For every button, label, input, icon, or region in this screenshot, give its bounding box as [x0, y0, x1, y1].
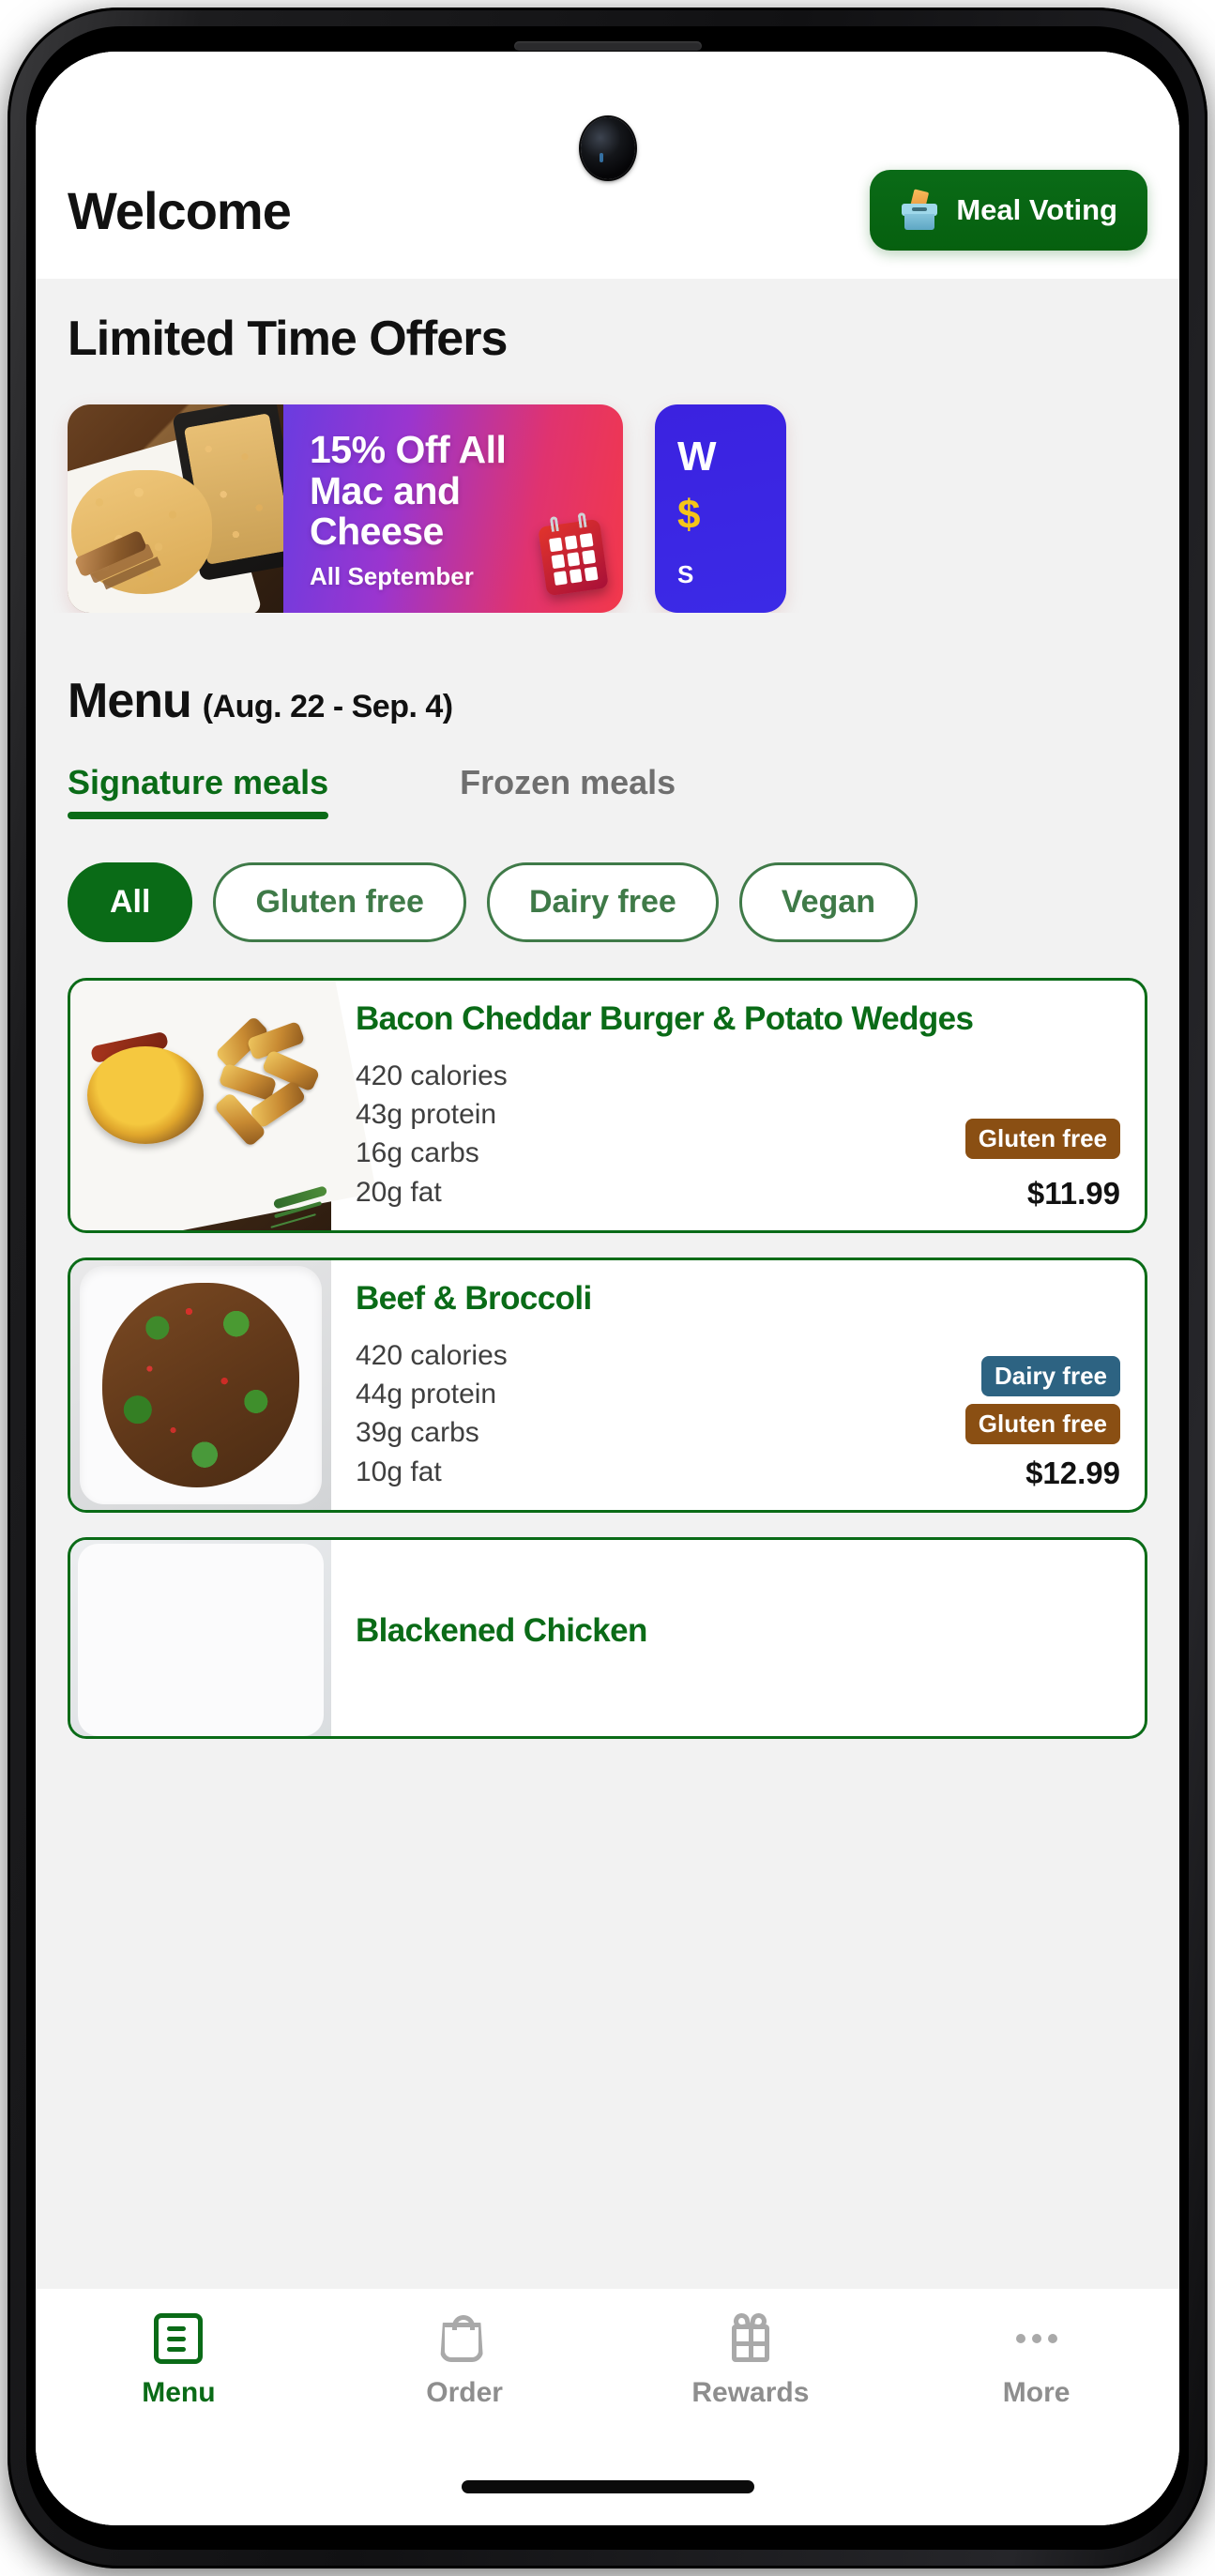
- nav-label-order: Order: [426, 2377, 503, 2408]
- offer-banner-next-sub: S: [677, 560, 694, 588]
- filter-chip-gluten-free[interactable]: Gluten free: [213, 862, 466, 942]
- status-badge-dairy-free: Dairy free: [981, 1356, 1120, 1397]
- offer-banner-next[interactable]: W $ S: [655, 404, 786, 613]
- nav-item-order[interactable]: Order: [380, 2313, 549, 2409]
- offer-banner-next-headline: W: [677, 434, 717, 480]
- meal-fat: 20g fat: [356, 1176, 442, 1208]
- offer-headline: 15% Off All Mac and Cheese: [310, 428, 507, 554]
- menu-tabs: Signature meals Frozen meals: [36, 729, 1179, 819]
- offers-section-title: Limited Time Offers: [68, 312, 508, 366]
- tab-signature-meals[interactable]: Signature meals: [68, 763, 329, 819]
- meal-title: Bacon Cheddar Burger & Potato Wedges: [356, 1000, 974, 1037]
- meal-fat: 10g fat: [356, 1456, 442, 1487]
- phone-frame: Welcome Meal Voting Limited Time Offers: [8, 8, 1207, 2568]
- meal-card[interactable]: Beef & Broccoli 420 calories 44g protein…: [68, 1258, 1147, 1514]
- meal-info: Blackened Chicken: [331, 1540, 1145, 1736]
- shopping-bag-icon: [440, 2313, 489, 2364]
- meal-voting-button[interactable]: Meal Voting: [870, 170, 1147, 251]
- meal-voting-label: Meal Voting: [956, 193, 1117, 226]
- nav-item-more[interactable]: More: [952, 2313, 1121, 2409]
- meal-photo: [70, 1260, 331, 1511]
- tab-frozen-meals[interactable]: Frozen meals: [460, 763, 676, 819]
- status-badge-gluten-free: Gluten free: [964, 1404, 1120, 1445]
- menu-date-range: (Aug. 22 - Sep. 4): [202, 689, 453, 724]
- filter-chip-all[interactable]: All: [68, 862, 193, 942]
- nav-label-more: More: [1002, 2377, 1071, 2408]
- meal-photo: [70, 981, 377, 1231]
- calendar-icon: [538, 511, 609, 597]
- meal-calories: 420 calories: [356, 1059, 508, 1091]
- app-scroll-body[interactable]: Limited Time Offers 15% Off All Mac and …: [36, 279, 1179, 2525]
- nav-item-menu[interactable]: Menu: [94, 2313, 263, 2409]
- phone-screen: Welcome Meal Voting Limited Time Offers: [36, 52, 1179, 2525]
- meal-badge-group: Gluten free: [964, 1119, 1120, 1160]
- menu-heading: Menu (Aug. 22 - Sep. 4): [36, 613, 1179, 729]
- menu-heading-word: Menu: [68, 674, 192, 728]
- front-camera-icon: [580, 117, 635, 179]
- meal-info: Bacon Cheddar Burger & Potato Wedges 420…: [331, 981, 1145, 1230]
- offer-banner-copy: 15% Off All Mac and Cheese All September: [283, 404, 623, 613]
- nav-item-rewards[interactable]: Rewards: [666, 2311, 835, 2409]
- status-badge-gluten-free: Gluten free: [964, 1119, 1120, 1160]
- filter-chip-row[interactable]: All Gluten free Dairy free Vegan: [36, 819, 1179, 942]
- page-title: Welcome: [68, 180, 292, 240]
- meal-card[interactable]: Bacon Cheddar Burger & Potato Wedges 420…: [68, 978, 1147, 1234]
- filter-chip-dairy-free[interactable]: Dairy free: [486, 862, 719, 942]
- gesture-home-indicator[interactable]: [461, 2480, 754, 2493]
- offers-carousel[interactable]: 15% Off All Mac and Cheese All September: [36, 367, 1179, 613]
- earpiece-speaker: [513, 41, 702, 51]
- meal-photo: [70, 1540, 331, 1737]
- meal-info: Beef & Broccoli 420 calories 44g protein…: [331, 1260, 1145, 1510]
- ballot-box-icon: [900, 189, 939, 230]
- app-root: Welcome Meal Voting Limited Time Offers: [36, 52, 1179, 2525]
- nav-label-rewards: Rewards: [691, 2377, 810, 2408]
- gift-icon: [726, 2311, 775, 2364]
- meal-price: $12.99: [1025, 1456, 1120, 1491]
- offer-banner[interactable]: 15% Off All Mac and Cheese All September: [68, 404, 623, 613]
- meal-list: Bacon Cheddar Burger & Potato Wedges 420…: [36, 942, 1179, 1740]
- meal-card[interactable]: Blackened Chicken: [68, 1537, 1147, 1740]
- ellipsis-icon: [1012, 2313, 1061, 2364]
- filter-chip-vegan[interactable]: Vegan: [738, 862, 918, 942]
- list-icon: [154, 2313, 204, 2364]
- meal-title: Blackened Chicken: [356, 1612, 647, 1650]
- offer-banner-next-accent: $: [677, 492, 701, 538]
- meal-price: $11.99: [1026, 1176, 1120, 1212]
- nav-label-menu: Menu: [142, 2377, 216, 2408]
- offer-banner-photo: [68, 404, 305, 613]
- meal-title: Beef & Broccoli: [356, 1280, 592, 1318]
- meal-badge-group: Dairy free Gluten free: [964, 1356, 1120, 1445]
